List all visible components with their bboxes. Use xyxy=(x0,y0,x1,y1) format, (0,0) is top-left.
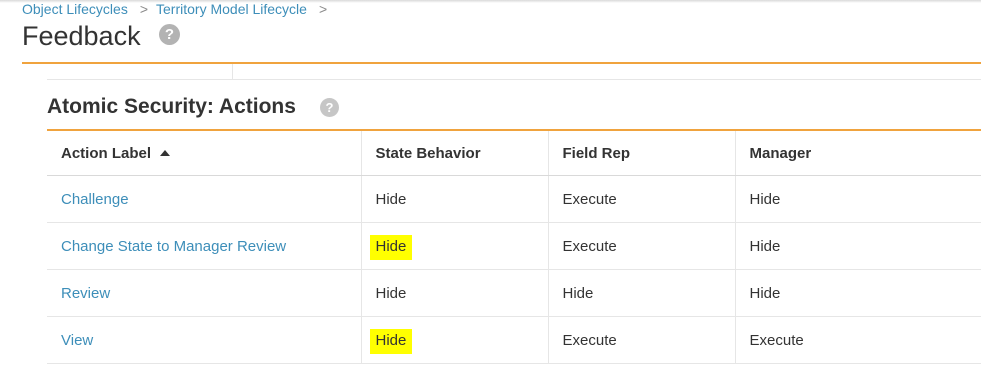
manager-cell: Hide xyxy=(734,269,981,317)
breadcrumb-object-lifecycles[interactable]: Object Lifecycles xyxy=(22,1,128,17)
page-title: Feedback xyxy=(22,21,141,51)
action-link-review[interactable]: Review xyxy=(61,285,110,302)
action-label-cell: View xyxy=(47,316,361,364)
state-behavior-value: Hide xyxy=(375,284,407,302)
table-row: Review Hide Hide Hide xyxy=(47,269,981,317)
manager-cell: Execute xyxy=(734,316,981,364)
state-behavior-cell: Hide xyxy=(360,175,548,223)
table-header-row: Action Label State Behavior Field Rep Ma… xyxy=(47,131,981,176)
table-row: View Hide Execute Execute xyxy=(47,316,981,364)
header-divider xyxy=(22,62,981,64)
breadcrumb: Object Lifecycles > Territory Model Lifecy… xyxy=(22,1,335,17)
table-row: Challenge Hide Execute Hide xyxy=(47,175,981,223)
action-link-change-state-to-manager-review[interactable]: Change State to Manager Review xyxy=(61,238,286,255)
state-behavior-cell: Hide xyxy=(360,269,548,317)
breadcrumb-territory-model-lifecycle[interactable]: Territory Model Lifecycle xyxy=(156,1,307,17)
column-header-field-rep: Field Rep xyxy=(547,131,735,176)
tab-strip xyxy=(47,79,981,80)
field-rep-cell: Execute xyxy=(547,222,735,270)
state-behavior-cell: Hide xyxy=(360,316,548,364)
atomic-security-actions-table: Action Label State Behavior Field Rep Ma… xyxy=(47,131,981,364)
breadcrumb-separator: > xyxy=(318,1,328,17)
field-rep-cell: Execute xyxy=(547,175,735,223)
state-behavior-cell: Hide xyxy=(360,222,548,270)
column-header-state-behavior: State Behavior xyxy=(360,131,548,176)
help-icon[interactable]: ? xyxy=(159,24,180,45)
section-title: Atomic Security: Actions xyxy=(47,95,296,118)
tab-strip-divider xyxy=(232,64,233,79)
manager-cell: Hide xyxy=(734,222,981,270)
action-label-cell: Challenge xyxy=(47,175,361,223)
column-header-label: Action Label xyxy=(61,144,152,162)
column-header-action-label[interactable]: Action Label xyxy=(47,131,361,176)
action-link-view[interactable]: View xyxy=(61,332,93,349)
action-label-cell: Review xyxy=(47,269,361,317)
table-row: Change State to Manager Review Hide Exec… xyxy=(47,222,981,270)
field-rep-cell: Execute xyxy=(547,316,735,364)
action-label-cell: Change State to Manager Review xyxy=(47,222,361,270)
state-behavior-value-highlighted: Hide xyxy=(369,328,413,354)
field-rep-cell: Hide xyxy=(547,269,735,317)
section-help-icon[interactable]: ? xyxy=(320,98,339,117)
sort-ascending-icon[interactable] xyxy=(160,149,171,156)
manager-cell: Hide xyxy=(734,175,981,223)
state-behavior-value-highlighted: Hide xyxy=(369,234,413,260)
breadcrumb-separator: > xyxy=(139,1,149,17)
state-behavior-value: Hide xyxy=(375,190,407,208)
column-header-manager: Manager xyxy=(734,131,981,176)
action-link-challenge[interactable]: Challenge xyxy=(61,191,129,208)
